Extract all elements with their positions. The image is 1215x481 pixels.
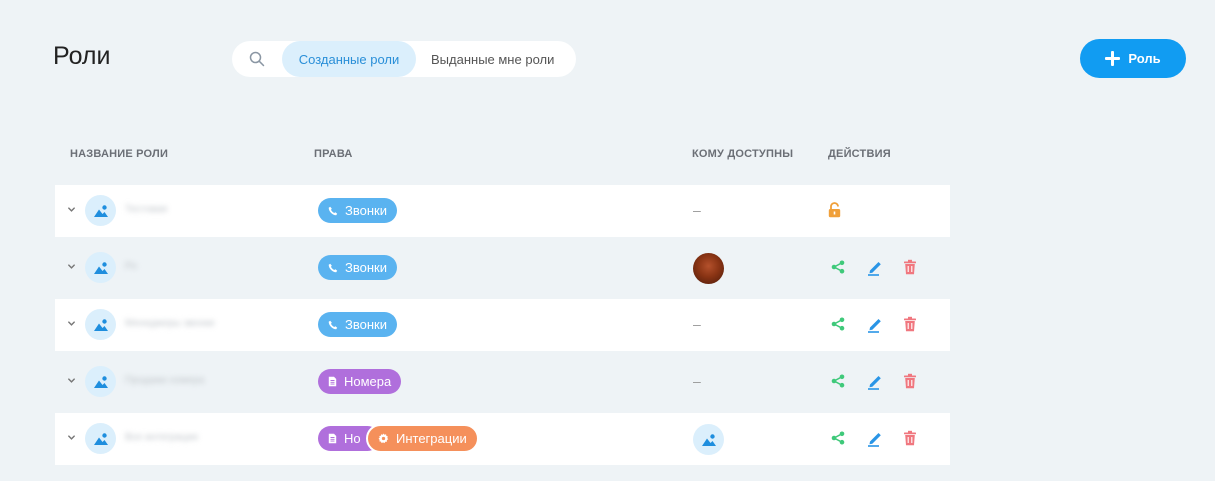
right-badge: Интеграции [366,424,479,453]
delete-button[interactable] [901,258,919,276]
right-label: Звонки [345,260,387,275]
delete-button[interactable] [901,372,919,390]
table-row[interactable]: Продажи номера Номера – [55,356,950,408]
right-label: Звонки [345,317,387,332]
column-header-rights: ПРАВА [314,148,353,160]
right-label: Номера [344,374,392,389]
access-empty: – [693,316,701,332]
share-button[interactable] [829,429,847,447]
image-icon [93,204,108,217]
image-icon [701,433,716,446]
search-button[interactable] [232,41,282,77]
edit-button[interactable] [866,429,884,447]
role-avatar [85,195,116,226]
edit-button[interactable] [866,315,884,333]
trash-icon [904,430,916,446]
table-row[interactable]: Менеджеры звонки Звонки – [55,299,950,351]
role-avatar [85,252,116,283]
role-avatar [85,309,116,340]
column-header-access: КОМУ ДОСТУПНЫ [692,148,794,160]
image-icon [93,318,108,331]
delete-button[interactable] [901,429,919,447]
delete-button[interactable] [901,315,919,333]
image-icon [93,261,108,274]
right-label: Звонки [345,203,387,218]
role-avatar [85,423,116,454]
share-icon [831,431,845,445]
table-row[interactable]: Все интеграции Но Интеграции [55,413,950,465]
phone-icon [328,320,338,329]
table-row[interactable]: Ро Звонки [55,242,950,294]
role-avatar [85,366,116,397]
column-header-name: НАЗВАНИЕ РОЛИ [70,148,169,160]
role-name: Продажи номера [125,375,205,386]
sim-icon [328,433,337,444]
share-button[interactable] [829,258,847,276]
column-header-actions: ДЕЙСТВИЯ [828,148,891,160]
chevron-down-icon[interactable] [67,433,76,442]
tab-created-roles[interactable]: Созданные роли [282,41,416,77]
phone-icon [328,206,338,215]
right-label: Но [344,431,361,446]
role-name: Тестовая [125,204,168,215]
add-role-button[interactable]: Роль [1080,39,1186,78]
chevron-down-icon[interactable] [67,262,76,271]
sim-icon [328,376,337,387]
trash-icon [904,316,916,332]
right-badge: Номера [318,369,402,394]
plus-icon [1105,51,1121,66]
edit-icon [868,376,881,390]
lock-button[interactable] [825,201,843,219]
role-filter-switch: Созданные роли Выданные мне роли [232,41,576,77]
share-button[interactable] [829,315,847,333]
role-name: Менеджеры звонки [125,318,215,329]
lock-icon [828,202,840,218]
edit-button[interactable] [866,258,884,276]
right-badge: Звонки [318,312,397,337]
table-row[interactable]: Тестовая Звонки – [55,185,950,237]
image-icon [93,375,108,388]
edit-icon [868,319,881,333]
user-avatar[interactable] [693,424,724,455]
trash-icon [904,259,916,275]
search-icon [249,51,265,67]
page-title: Роли [53,42,111,70]
chevron-down-icon[interactable] [67,319,76,328]
phone-icon [328,263,338,272]
access-empty: – [693,373,701,389]
tab-granted-roles[interactable]: Выданные мне роли [416,41,569,77]
right-label: Интеграции [396,431,467,446]
chevron-down-icon[interactable] [67,205,76,214]
right-badge: Звонки [318,255,397,280]
gear-icon [378,433,389,444]
access-empty: – [693,202,701,218]
role-name: Ро [125,261,137,272]
share-button[interactable] [829,372,847,390]
share-icon [831,374,845,388]
edit-icon [868,433,881,447]
edit-icon [868,262,881,276]
role-name: Все интеграции [125,432,198,443]
user-avatar[interactable] [693,253,724,284]
add-role-label: Роль [1128,51,1161,66]
share-icon [831,260,845,274]
right-badge: Звонки [318,198,397,223]
share-icon [831,317,845,331]
image-icon [93,432,108,445]
trash-icon [904,373,916,389]
edit-button[interactable] [866,372,884,390]
chevron-down-icon[interactable] [67,376,76,385]
